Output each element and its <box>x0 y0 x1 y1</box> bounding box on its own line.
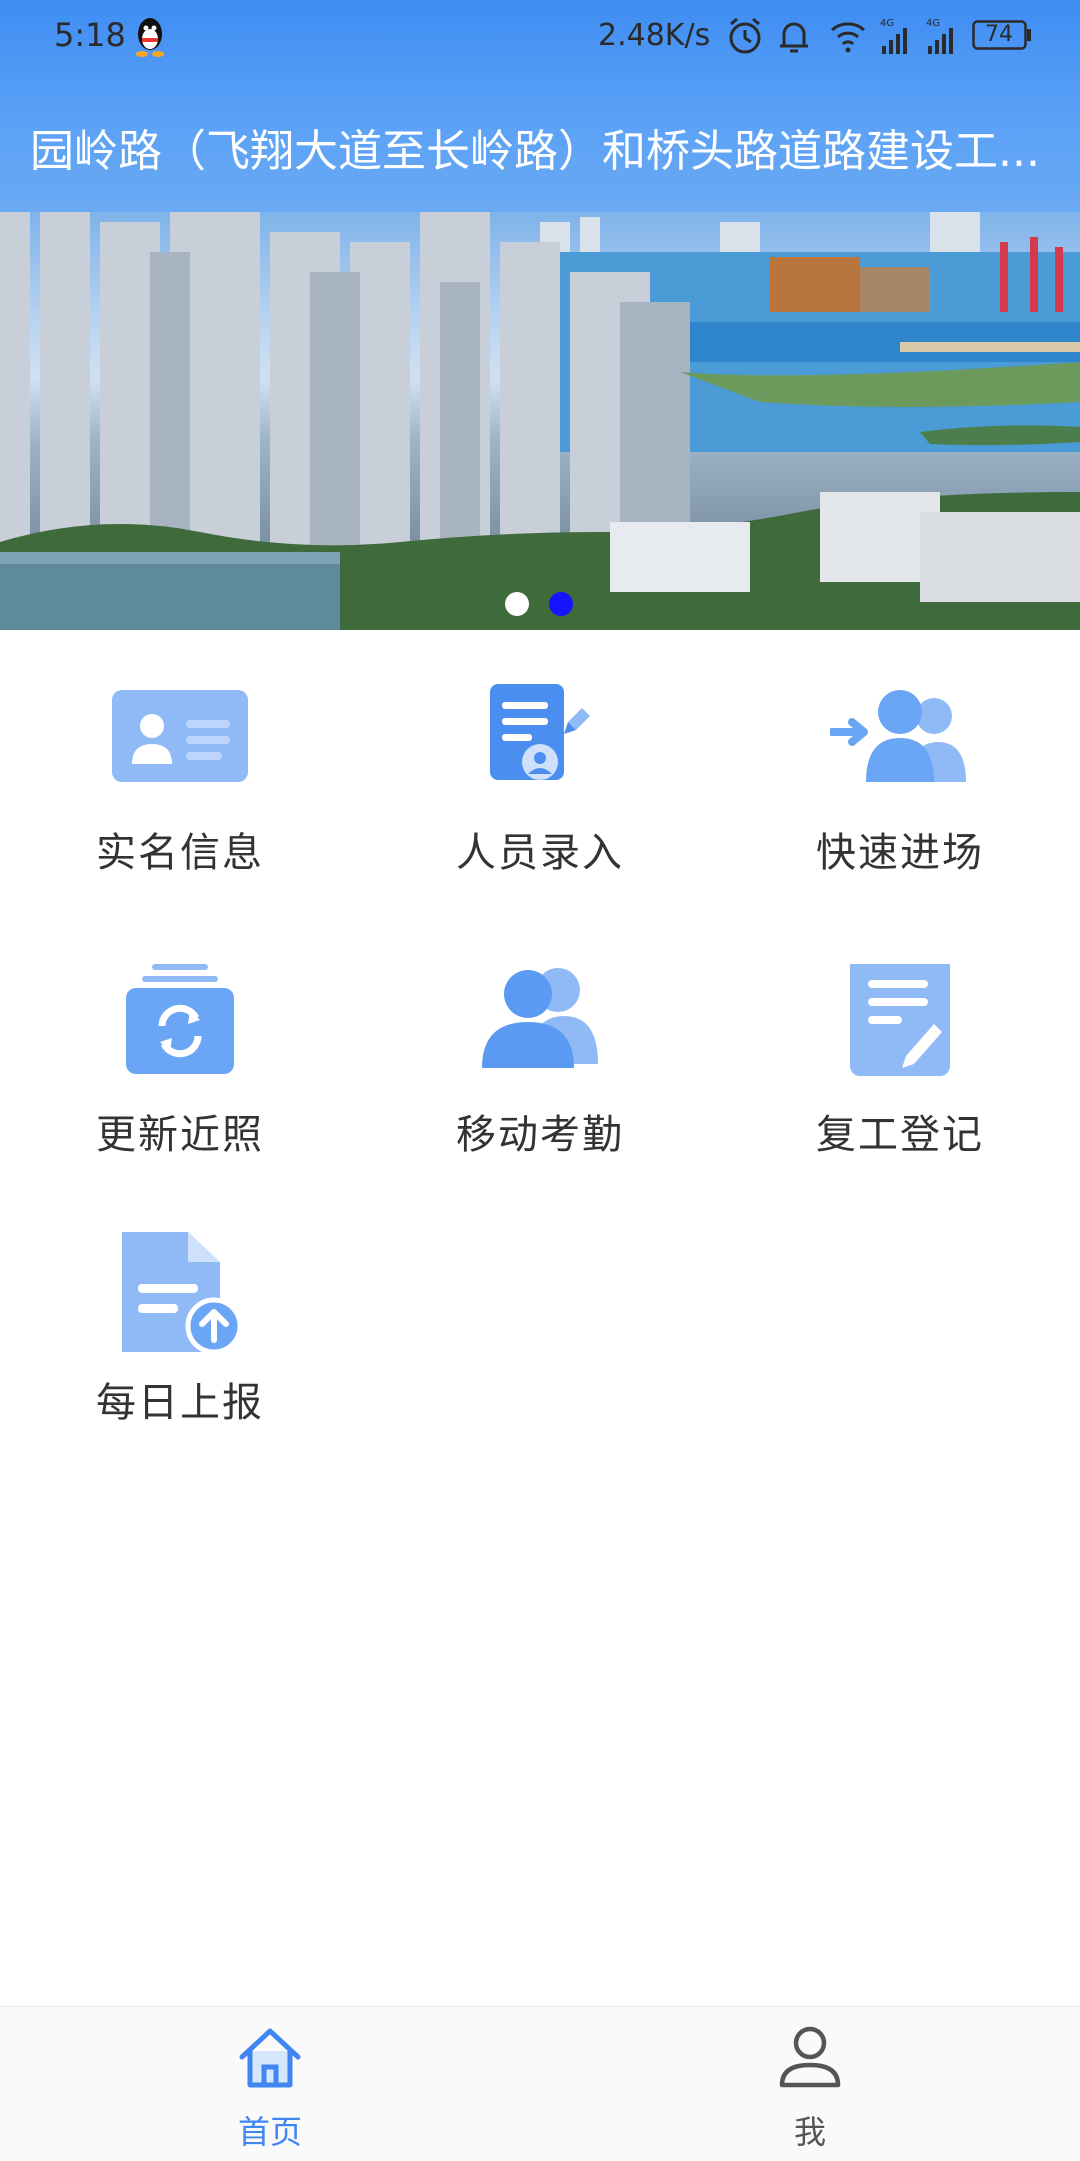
grid-label: 复工登记 <box>816 1112 984 1158</box>
alarm-icon <box>729 17 761 54</box>
grid-item-update-photo[interactable]: 更新近照 <box>0 964 360 1224</box>
people-enter-icon <box>830 690 966 782</box>
qq-icon <box>136 18 164 57</box>
register-icon <box>850 964 950 1076</box>
tab-home-label: 首页 <box>237 2113 302 2151</box>
svg-text:4G: 4G <box>926 18 940 29</box>
people-icon <box>482 968 598 1068</box>
grid-item-quick-entry[interactable]: 快速进场 <box>720 682 1080 942</box>
grid-item-real-name-info[interactable]: 实名信息 <box>0 682 360 942</box>
svg-text:4G: 4G <box>880 18 894 29</box>
wifi-icon <box>831 22 865 53</box>
id-card-icon <box>112 690 248 782</box>
signal-4g-icon: 4G <box>880 18 907 54</box>
status-time: 5:18 <box>54 16 126 54</box>
grid-item-resume-register[interactable]: 复工登记 <box>720 964 1080 1224</box>
app-header: 5:18 2.48K/s 4G 4G 74 园岭路（飞翔大道至长岭路）和桥头路道… <box>0 0 1080 212</box>
grid-label: 实名信息 <box>96 830 264 876</box>
project-title[interactable]: 园岭路（飞翔大道至长岭路）和桥头路道路建设工... <box>30 120 1060 184</box>
signal-4g-icon: 4G <box>926 18 953 54</box>
bottom-nav: 首页 我 <box>0 2006 1080 2161</box>
tab-me-label: 我 <box>793 2113 826 2151</box>
tab-home[interactable]: 首页 <box>0 2007 540 2161</box>
banner-carousel[interactable] <box>0 212 1080 630</box>
document-edit-icon <box>490 684 590 780</box>
grid-label: 每日上报 <box>96 1380 264 1426</box>
tab-me[interactable]: 我 <box>540 2007 1080 2161</box>
city-skyline-photo <box>0 212 1080 630</box>
grid-item-personnel-entry[interactable]: 人员录入 <box>360 682 720 942</box>
grid-label: 更新近照 <box>96 1112 264 1158</box>
grid-label: 快速进场 <box>816 830 984 876</box>
status-bar: 5:18 2.48K/s 4G 4G 74 <box>0 0 1080 72</box>
user-icon <box>779 2026 841 2088</box>
upload-report-icon <box>122 1232 243 1352</box>
battery-level: 74 <box>985 22 1013 47</box>
bell-icon <box>780 22 808 53</box>
grid-label: 人员录入 <box>456 830 624 876</box>
grid-label: 移动考勤 <box>456 1112 624 1158</box>
carousel-dot-2-active[interactable] <box>549 592 573 616</box>
carousel-dot-1[interactable] <box>505 592 529 616</box>
grid-item-mobile-attendance[interactable]: 移动考勤 <box>360 964 720 1224</box>
refresh-photo-icon <box>126 964 234 1074</box>
grid-item-daily-report[interactable]: 每日上报 <box>0 1232 360 1492</box>
home-icon <box>239 2028 301 2088</box>
net-speed: 2.48K/s <box>598 18 711 53</box>
